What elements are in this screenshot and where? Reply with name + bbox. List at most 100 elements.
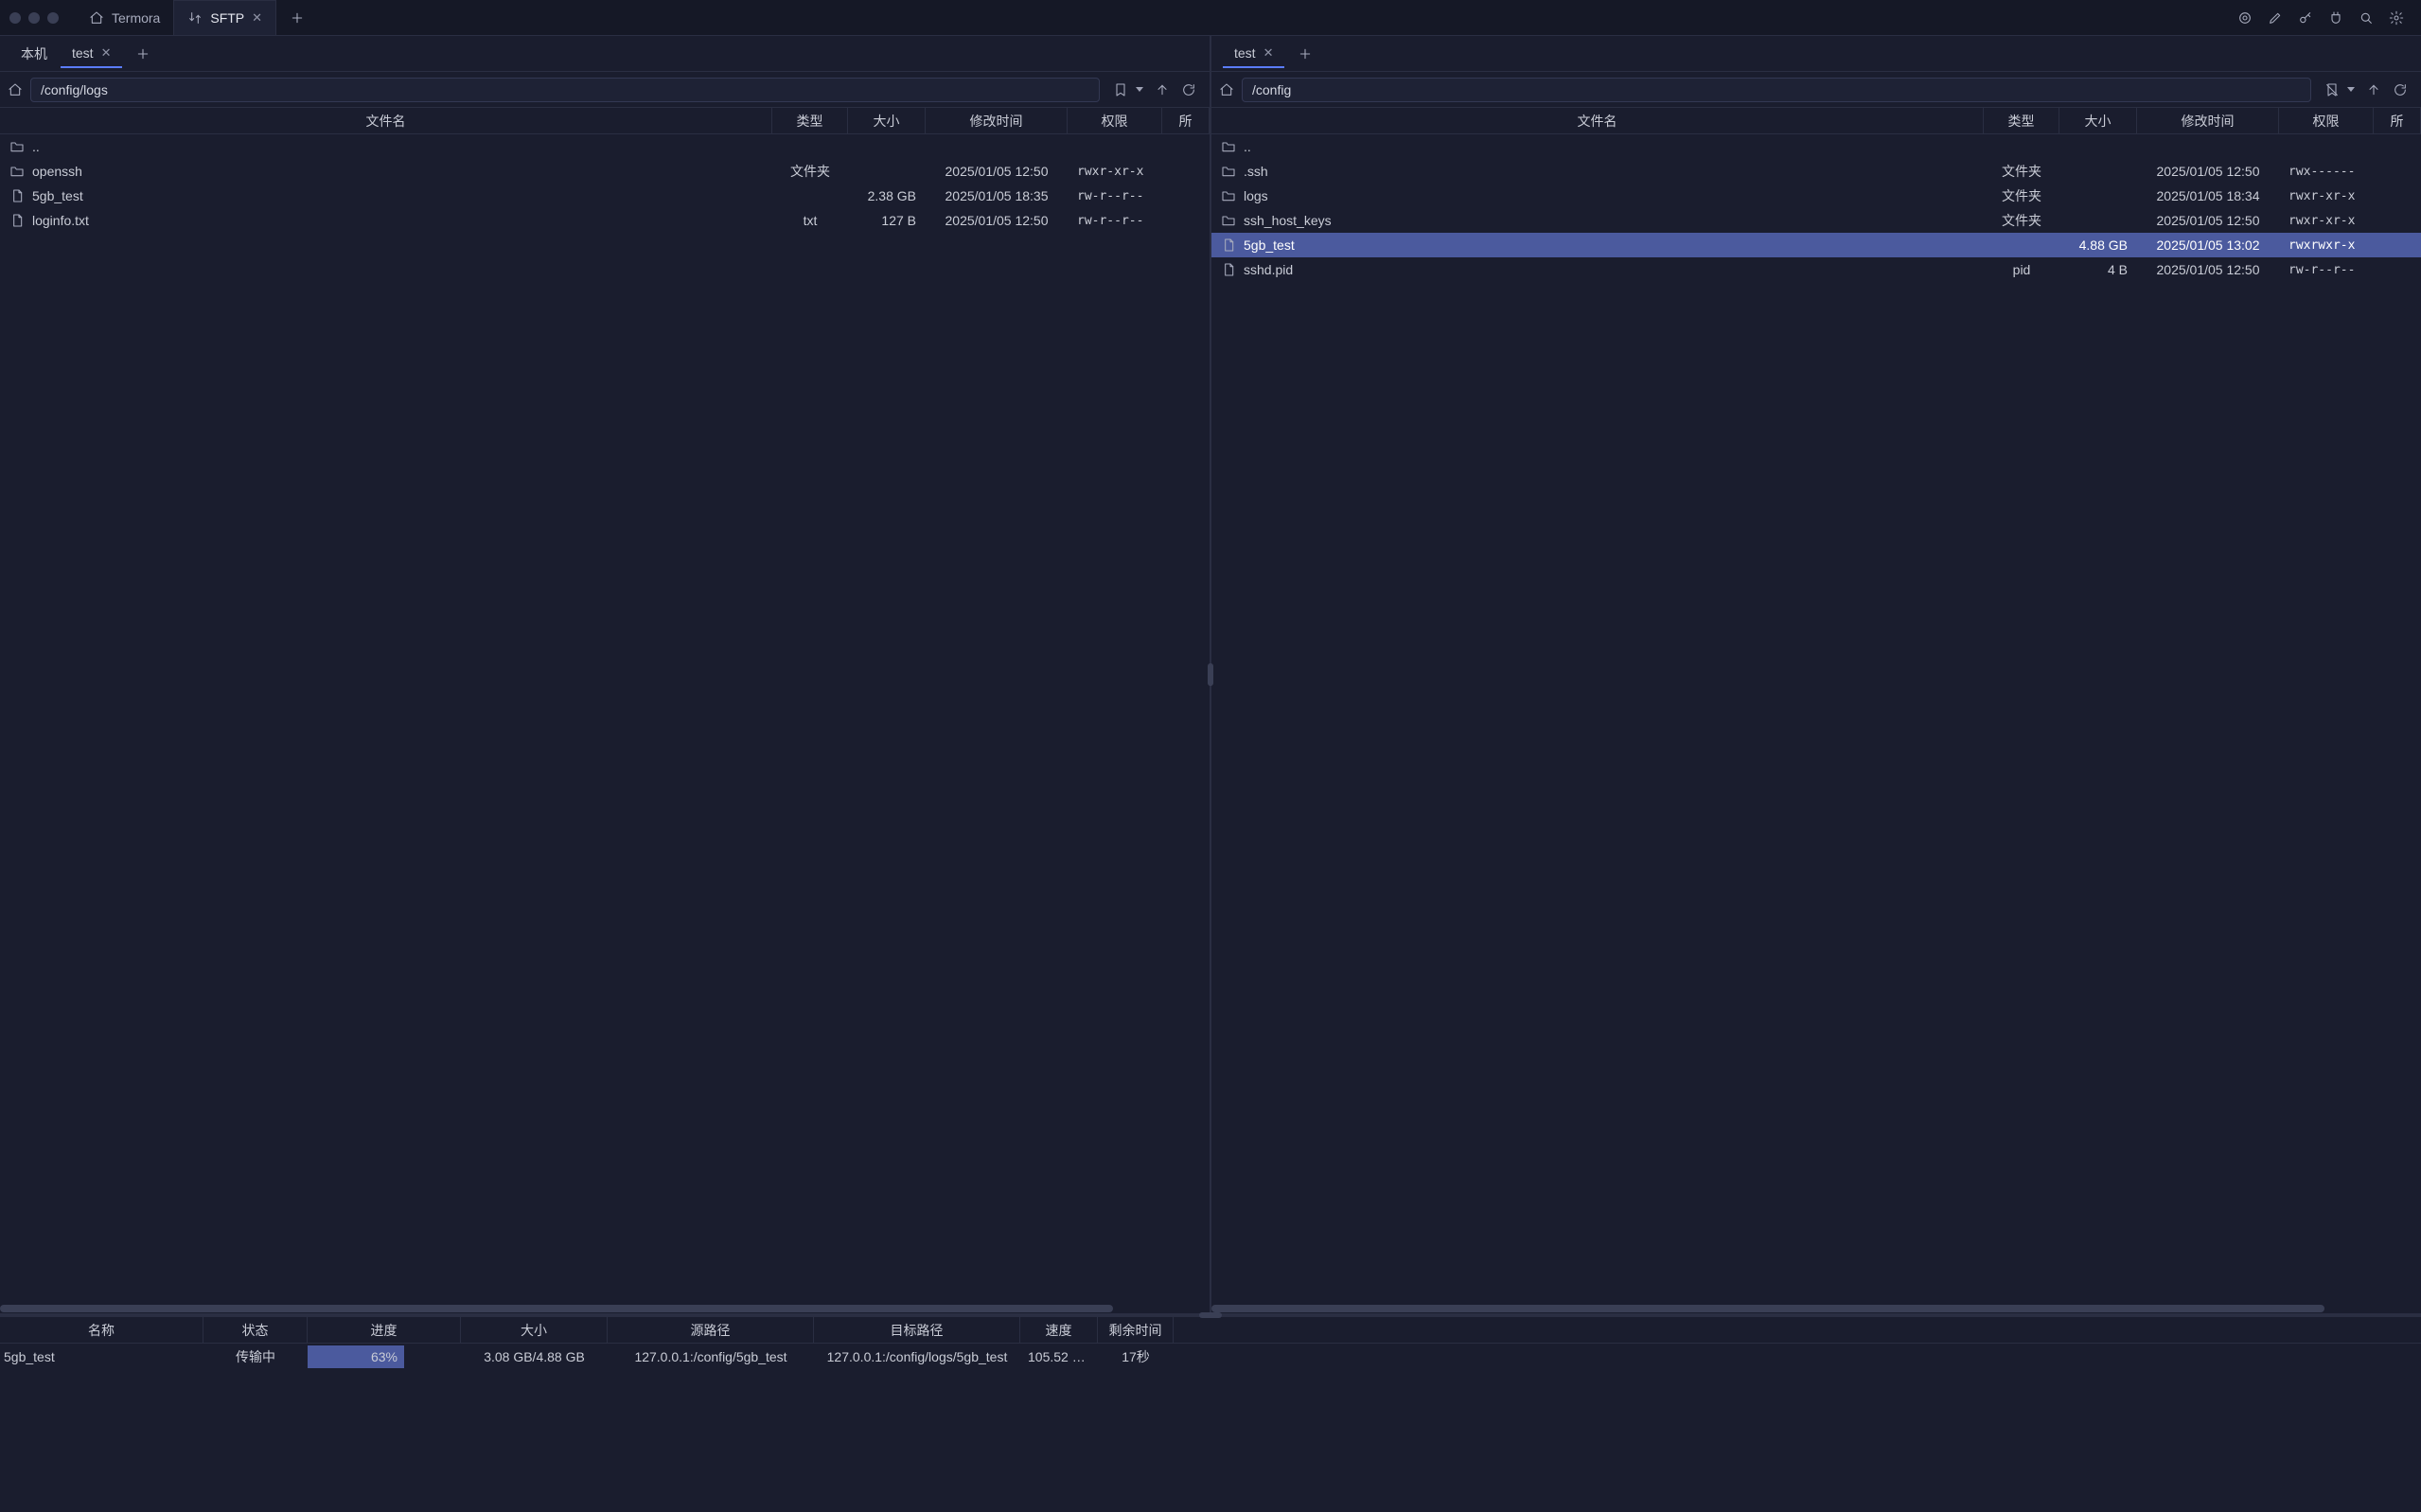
- col-size[interactable]: 大小: [2059, 108, 2137, 133]
- new-subtab-button[interactable]: [1288, 41, 1322, 67]
- file-type: 文件夹: [772, 162, 848, 181]
- file-name: .ssh: [1244, 164, 1268, 179]
- transfer-eta: 17秒: [1098, 1347, 1174, 1366]
- record-icon[interactable]: [2237, 10, 2253, 26]
- up-icon[interactable]: [1155, 82, 1170, 97]
- bookmark-icon[interactable]: [1113, 82, 1128, 97]
- col-speed[interactable]: 速度: [1020, 1317, 1098, 1343]
- col-name[interactable]: 名称: [0, 1317, 203, 1343]
- horizontal-scrollbar[interactable]: [0, 1304, 1210, 1313]
- table-row[interactable]: loginfo.txt txt 127 B 2025/01/05 12:50 r…: [0, 208, 1210, 233]
- chevron-down-icon[interactable]: [2347, 87, 2355, 92]
- transfer-size: 3.08 GB/4.88 GB: [461, 1349, 608, 1364]
- home-icon[interactable]: [8, 82, 23, 97]
- table-row[interactable]: .ssh 文件夹 2025/01/05 12:50 rwx------: [1211, 159, 2421, 184]
- col-mtime[interactable]: 修改时间: [926, 108, 1068, 133]
- right-pane: test ✕: [1211, 36, 2421, 1313]
- file-icon: [9, 188, 25, 203]
- table-row[interactable]: ..: [0, 134, 1210, 159]
- table-row[interactable]: ssh_host_keys 文件夹 2025/01/05 12:50 rwxr-…: [1211, 208, 2421, 233]
- file-name: ssh_host_keys: [1244, 213, 1332, 228]
- up-icon[interactable]: [2366, 82, 2381, 97]
- chevron-down-icon[interactable]: [1136, 87, 1143, 92]
- folder-icon: [1221, 139, 1236, 154]
- right-subtabs: test ✕: [1211, 36, 2421, 72]
- window-close-button[interactable]: [9, 12, 21, 24]
- col-type[interactable]: 类型: [1984, 108, 2059, 133]
- edit-icon[interactable]: [2268, 10, 2283, 26]
- table-header: 文件名 类型 大小 修改时间 权限 所: [0, 108, 1210, 134]
- folder-icon: [1221, 164, 1236, 179]
- transfer-source: 127.0.0.1:/config/5gb_test: [608, 1349, 814, 1364]
- col-size[interactable]: 大小: [848, 108, 926, 133]
- key-icon[interactable]: [2298, 10, 2313, 26]
- search-icon[interactable]: [2359, 10, 2374, 26]
- table-row[interactable]: 5gb_test 2.38 GB 2025/01/05 18:35 rw-r--…: [0, 184, 1210, 208]
- settings-icon[interactable]: [2389, 10, 2404, 26]
- refresh-icon[interactable]: [1181, 82, 1196, 97]
- bookmark-off-icon[interactable]: [2324, 82, 2340, 97]
- window-controls: [9, 12, 59, 24]
- file-type: 文件夹: [1984, 162, 2059, 181]
- file-perm: rwx------: [2279, 165, 2374, 179]
- col-perm[interactable]: 权限: [2279, 108, 2374, 133]
- window-minimize-button[interactable]: [28, 12, 40, 24]
- col-dest[interactable]: 目标路径: [814, 1317, 1020, 1343]
- plugins-icon[interactable]: [2328, 10, 2343, 26]
- path-input[interactable]: [1242, 78, 2311, 102]
- subtab-test[interactable]: test ✕: [1223, 40, 1284, 68]
- refresh-icon[interactable]: [2393, 82, 2408, 97]
- app-tab-termora[interactable]: Termora: [76, 0, 173, 35]
- col-progress[interactable]: 进度: [308, 1317, 461, 1343]
- path-input[interactable]: [30, 78, 1100, 102]
- file-mtime: 2025/01/05 18:34: [2137, 188, 2279, 203]
- file-name: 5gb_test: [1244, 237, 1295, 253]
- col-status[interactable]: 状态: [203, 1317, 308, 1343]
- subtab-local[interactable]: 本机: [11, 39, 57, 69]
- app-tab-sftp[interactable]: SFTP ✕: [173, 0, 276, 35]
- folder-icon: [1221, 213, 1236, 228]
- file-mtime: 2025/01/05 18:35: [926, 188, 1068, 203]
- close-icon[interactable]: ✕: [101, 45, 112, 61]
- file-type: 文件夹: [1984, 186, 2059, 205]
- table-row[interactable]: logs 文件夹 2025/01/05 18:34 rwxr-xr-x: [1211, 184, 2421, 208]
- col-owner[interactable]: 所: [2374, 108, 2421, 133]
- vertical-splitter[interactable]: [1210, 36, 1211, 1313]
- new-tab-button[interactable]: [276, 0, 318, 35]
- left-file-table: 文件名 类型 大小 修改时间 权限 所 .. openssh: [0, 108, 1210, 1304]
- folder-icon: [1221, 188, 1236, 203]
- file-name: loginfo.txt: [32, 213, 89, 228]
- transfer-row[interactable]: 5gb_test 传输中 63% 3.08 GB/4.88 GB 127.0.0…: [0, 1344, 2421, 1370]
- table-row[interactable]: 5gb_test 4.88 GB 2025/01/05 13:02 rwxrwx…: [1211, 233, 2421, 257]
- window-zoom-button[interactable]: [47, 12, 59, 24]
- col-perm[interactable]: 权限: [1068, 108, 1162, 133]
- col-name[interactable]: 文件名: [1211, 108, 1984, 133]
- col-name[interactable]: 文件名: [0, 108, 772, 133]
- close-icon[interactable]: ✕: [1264, 45, 1274, 61]
- col-eta[interactable]: 剩余时间: [1098, 1317, 1174, 1343]
- table-row[interactable]: sshd.pid pid 4 B 2025/01/05 12:50 rw-r--…: [1211, 257, 2421, 282]
- app-tab-label: Termora: [112, 10, 160, 26]
- file-size: 127 B: [848, 213, 926, 228]
- col-owner[interactable]: 所: [1162, 108, 1210, 133]
- col-source[interactable]: 源路径: [608, 1317, 814, 1343]
- home-icon[interactable]: [1219, 82, 1234, 97]
- file-name: sshd.pid: [1244, 262, 1293, 277]
- file-name: ..: [32, 139, 40, 154]
- transfer-name: 5gb_test: [0, 1349, 203, 1364]
- home-icon: [89, 10, 104, 26]
- col-type[interactable]: 类型: [772, 108, 848, 133]
- transfer-status: 传输中: [203, 1347, 308, 1366]
- plus-icon: [290, 10, 305, 26]
- new-subtab-button[interactable]: [126, 41, 160, 67]
- subtab-test[interactable]: test ✕: [61, 40, 122, 68]
- file-icon: [9, 213, 25, 228]
- horizontal-scrollbar[interactable]: [1211, 1304, 2421, 1313]
- horizontal-splitter[interactable]: [0, 1313, 2421, 1317]
- col-mtime[interactable]: 修改时间: [2137, 108, 2279, 133]
- table-row[interactable]: openssh 文件夹 2025/01/05 12:50 rwxr-xr-x: [0, 159, 1210, 184]
- close-icon[interactable]: ✕: [252, 10, 262, 26]
- table-row[interactable]: ..: [1211, 134, 2421, 159]
- transfer-progress: 63%: [308, 1344, 461, 1370]
- col-size[interactable]: 大小: [461, 1317, 608, 1343]
